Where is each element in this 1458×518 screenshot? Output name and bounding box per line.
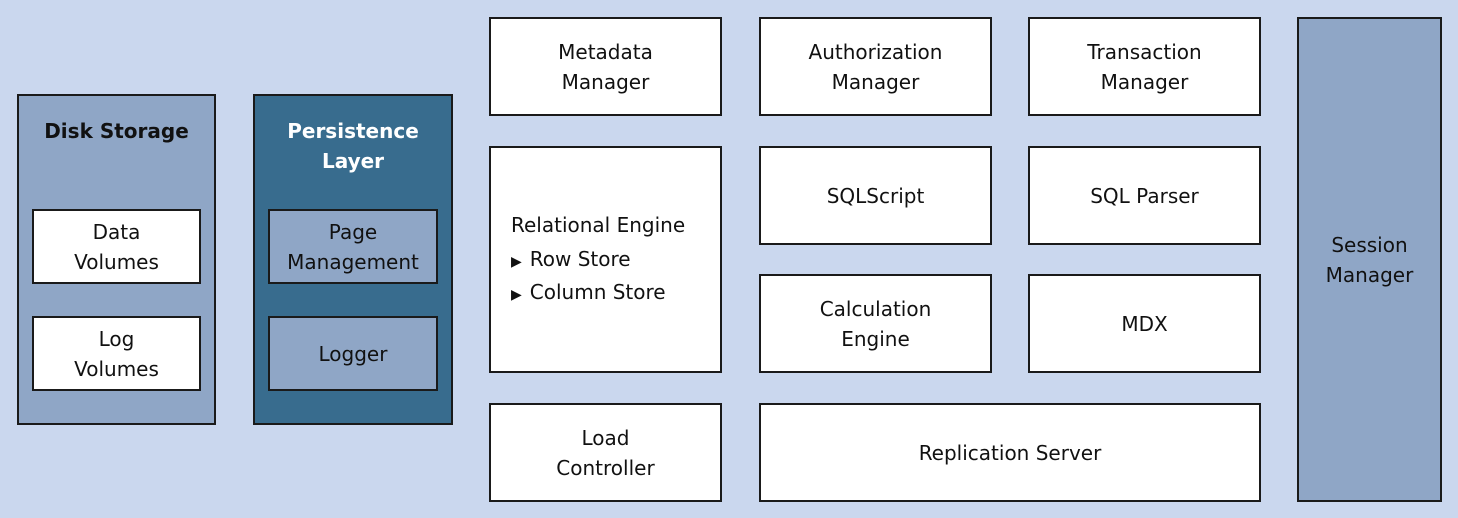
- row-store-label: Row Store: [529, 246, 631, 271]
- authorization-manager-label: Authorization Manager: [808, 39, 943, 94]
- replication-server-label: Replication Server: [918, 440, 1102, 465]
- transaction-manager-box: Transaction Manager: [1028, 17, 1261, 116]
- persistence-layer-title: Persistence Layer: [287, 119, 419, 173]
- calculation-engine-label: Calculation Engine: [819, 296, 932, 351]
- triangle-right-icon: ▶: [511, 253, 522, 270]
- metadata-manager-box: Metadata Manager: [489, 17, 722, 116]
- calculation-engine-box: Calculation Engine: [759, 274, 992, 373]
- sqlscript-label: SQLScript: [826, 183, 925, 208]
- log-volumes-label: Log Volumes: [74, 326, 159, 381]
- page-management-box: Page Management: [268, 209, 438, 284]
- sql-parser-label: SQL Parser: [1090, 183, 1199, 208]
- metadata-manager-label: Metadata Manager: [558, 39, 653, 94]
- relational-engine-box: Relational Engine ▶ Row Store ▶ Column Sto…: [489, 146, 722, 373]
- logger-box: Logger: [268, 316, 438, 391]
- load-controller-label: Load Controller: [556, 425, 655, 480]
- disk-storage-title: Disk Storage: [44, 119, 189, 143]
- sqlscript-box: SQLScript: [759, 146, 992, 245]
- page-management-label: Page Management: [287, 219, 419, 274]
- sql-parser-box: SQL Parser: [1028, 146, 1261, 245]
- replication-server-box: Replication Server: [759, 403, 1261, 502]
- list-item: ▶ Column Store: [511, 277, 666, 310]
- data-volumes-label: Data Volumes: [74, 219, 159, 274]
- transaction-manager-label: Transaction Manager: [1087, 39, 1202, 94]
- triangle-right-icon: ▶: [511, 286, 522, 303]
- authorization-manager-box: Authorization Manager: [759, 17, 992, 116]
- mdx-box: MDX: [1028, 274, 1261, 373]
- relational-engine-store-list: ▶ Row Store ▶ Column Store: [511, 244, 666, 310]
- column-store-label: Column Store: [529, 279, 666, 304]
- session-manager-box: Session Manager: [1297, 17, 1442, 502]
- mdx-label: MDX: [1121, 311, 1168, 336]
- session-manager-label: Session Manager: [1325, 232, 1414, 287]
- log-volumes-box: Log Volumes: [32, 316, 201, 391]
- data-volumes-box: Data Volumes: [32, 209, 201, 284]
- logger-label: Logger: [318, 341, 388, 366]
- load-controller-box: Load Controller: [489, 403, 722, 502]
- relational-engine-title: Relational Engine: [511, 212, 686, 237]
- list-item: ▶ Row Store: [511, 244, 666, 277]
